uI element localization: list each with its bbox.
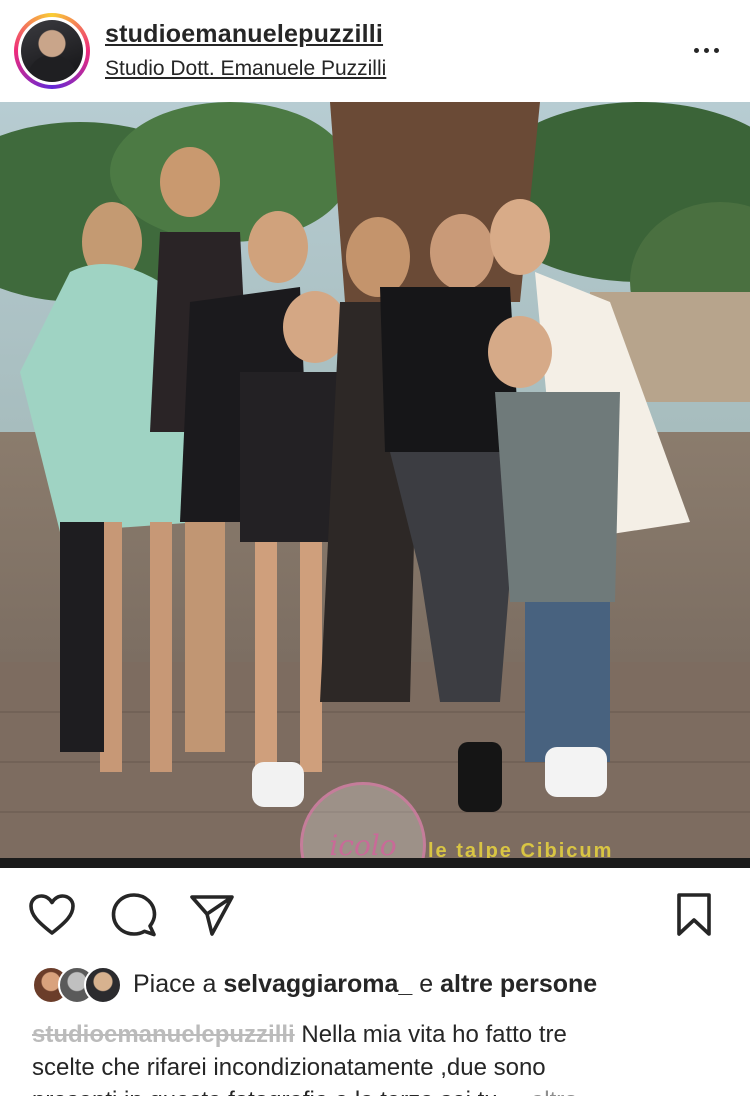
liker-avatar [84,966,122,1004]
likes-text: Piace a selvaggiaroma_ e altre persone [133,970,598,998]
caption-username[interactable]: studioemanuelepuzzilli [32,1021,295,1048]
comment-button[interactable] [108,889,160,941]
profile-avatar[interactable] [14,13,90,89]
other-likers[interactable]: altre persone [440,970,597,998]
more-options-button[interactable] [686,36,726,64]
image-divider [0,858,750,868]
caption-line-2: scelte che rifarei incondizionatamente ,… [32,1054,546,1081]
liker-username[interactable]: selvaggiaroma_ [223,970,412,998]
heart-icon [29,894,75,935]
like-button[interactable] [26,889,78,941]
post-actions [0,868,750,958]
instagram-post: studioemanuelepuzzilli Studio Dott. Eman… [0,0,750,1096]
likes-summary[interactable]: Piace a selvaggiaroma_ e altre persone [32,962,732,1008]
comment-icon [111,893,157,937]
post-header: studioemanuelepuzzilli Studio Dott. Eman… [0,0,750,102]
caption-more-link[interactable]: ... altro [504,1087,577,1096]
watermark-text: le talpe Cibicum [428,840,614,858]
caption-line-3: presenti in questa fotografia e la terza… [32,1087,498,1096]
post-username[interactable]: studioemanuelepuzzilli [105,20,383,49]
post-location[interactable]: Studio Dott. Emanuele Puzzilli [105,57,386,81]
post-caption: studioemanuelepuzzilli Nella mia vita ho… [32,1018,722,1096]
save-button[interactable] [668,889,720,941]
bookmark-icon [677,893,711,936]
more-horizontal-icon [693,47,699,53]
post-image[interactable]: icolo le talpe Cibicum [0,102,750,858]
share-button[interactable] [186,889,238,941]
send-icon [190,895,234,936]
family-photo-illustration [0,102,750,858]
avatar [21,20,83,82]
caption-line-1: Nella mia vita ho fatto tre [301,1021,567,1048]
